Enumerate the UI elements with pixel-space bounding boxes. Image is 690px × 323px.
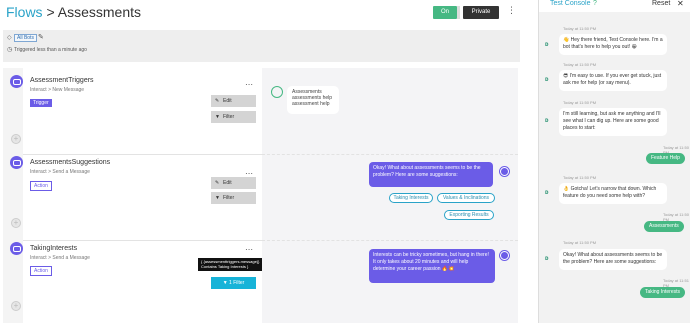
question-circle-icon[interactable]: ? — [593, 0, 597, 7]
filter-label: Filter — [223, 195, 235, 201]
bot-message: I'm still learning, but ask me anything … — [559, 108, 667, 136]
bot-avatar-icon: ᴅ — [545, 256, 549, 262]
message-timestamp: Today at 11:50 PM — [563, 100, 597, 105]
user-message: Assessments — [644, 221, 684, 232]
step-menu-icon[interactable]: ⋯ — [245, 80, 253, 89]
quick-reply-values[interactable]: Values & Inclinations — [437, 193, 495, 203]
step-name: AssessmentTriggers — [30, 77, 94, 84]
step-icon — [10, 242, 23, 255]
lock-icon — [457, 6, 460, 19]
flow-editor: Flows > Assessments On Private ⋮ ◇ All B… — [0, 0, 690, 323]
page-header: Flows > Assessments On Private ⋮ — [0, 0, 530, 28]
more-menu-icon[interactable]: ⋮ — [507, 5, 516, 16]
bot-message: 👌 Gotcha! Let's narrow that down. Which … — [559, 183, 667, 204]
trigger-message-bubble: Assessments assessments help assessment … — [287, 86, 339, 114]
step-subtitle: Interact > Send a Message — [30, 169, 90, 175]
bot-tag[interactable]: All Bots — [14, 34, 37, 42]
on-toggle[interactable]: On — [433, 6, 457, 19]
flow-rail: + + + — [3, 68, 23, 323]
pencil-icon: ✎ — [215, 98, 220, 104]
message-timestamp: Today at 11:50 PM — [563, 175, 597, 180]
edit-label: Edit — [223, 180, 232, 186]
bot-avatar-icon: ᴅ — [545, 77, 549, 83]
bot-message: 👋 Hey there friend, Test Console here. I… — [559, 34, 667, 55]
edit-button[interactable]: ✎ Edit — [211, 95, 256, 107]
step-name: TakingInterests — [30, 245, 78, 252]
step-menu-icon[interactable]: ⋯ — [245, 245, 253, 254]
filter-icon: ▼ — [215, 195, 220, 201]
private-button[interactable]: Private — [463, 6, 499, 19]
user-message: Feature Help — [646, 153, 685, 164]
clock-icon: ◷ — [7, 47, 13, 53]
edit-label: Edit — [223, 98, 232, 104]
reset-button[interactable]: Reset — [652, 0, 670, 7]
interests-message-bubble: Interests can be tricky sometimes, but h… — [369, 249, 495, 283]
pencil-icon[interactable]: ✎ — [38, 33, 44, 41]
bot-avatar-icon — [500, 251, 509, 260]
pencil-icon: ✎ — [215, 180, 220, 186]
bot-avatar-icon: ᴅ — [545, 42, 549, 48]
user-message: Taking Interests — [640, 287, 686, 298]
step-type-badge: Action — [30, 181, 52, 191]
breadcrumb-separator: > — [42, 4, 58, 20]
flow-title: Assessments — [57, 4, 141, 20]
bot-avatar-icon: ᴅ — [545, 190, 549, 196]
message-timestamp: Today at 11:50 PM — [563, 62, 597, 67]
add-step-icon[interactable]: + — [11, 301, 21, 311]
breadcrumb-flows[interactable]: Flows — [6, 4, 43, 20]
add-step-icon[interactable]: + — [11, 218, 21, 228]
step-subtitle: Interact > New Message — [30, 87, 85, 93]
triggered-time: Triggered less than a minute ago — [14, 47, 87, 53]
step-type-badge: Trigger — [30, 99, 52, 107]
test-console: Test Console ? Reset ✕ Today at 11:50 PM… — [538, 0, 690, 323]
console-messages: Today at 11:50 PM ᴅ 👋 Hey there friend, … — [539, 12, 690, 323]
bot-message: 😎 I'm easy to use. If you ever get stuck… — [559, 70, 667, 91]
step-card[interactable]: TakingInterests Interact > Send a Messag… — [23, 241, 270, 323]
close-icon[interactable]: ✕ — [677, 0, 684, 8]
trigger-circle-icon — [271, 86, 283, 98]
step-icon — [10, 75, 23, 88]
step-card[interactable]: AssessmentTriggers Interact > New Messag… — [23, 68, 261, 152]
bot-avatar-icon: ᴅ — [545, 118, 549, 124]
message-timestamp: Today at 11:50 PM — [563, 240, 597, 245]
flow-info-band: ◇ All Bots ✎ ◷ Triggered less than a min… — [3, 30, 520, 62]
quick-reply-taking-interests[interactable]: Taking Interests — [389, 193, 433, 203]
bot-avatar-icon — [500, 167, 509, 176]
tag-icon: ◇ — [7, 35, 12, 41]
edit-button[interactable]: ✎ Edit — [211, 177, 256, 189]
quick-reply-exporting[interactable]: Exporting Results — [444, 210, 494, 220]
preview-divider — [262, 154, 518, 155]
console-title: Test Console — [550, 0, 591, 7]
step-name: AssessmentsSuggestions — [30, 159, 111, 166]
filter-button[interactable]: ▼ Filter — [211, 192, 256, 204]
message-timestamp: Today at 11:50 PM — [563, 26, 597, 31]
step-card[interactable]: AssessmentsSuggestions Interact > Send a… — [23, 155, 261, 239]
page-title: Flows > Assessments — [6, 4, 141, 20]
step-icon — [10, 156, 23, 169]
filter-tooltip: { {assessmenttriggers.message}} Contains… — [198, 258, 270, 271]
filter-label: 1 Filter — [229, 280, 245, 286]
filter-icon: ▼ — [215, 114, 220, 120]
bot-message: Okay! What about assessments seems to be… — [559, 249, 667, 270]
add-step-icon[interactable]: + — [11, 134, 21, 144]
filter-label: Filter — [223, 114, 235, 120]
step-type-badge: Action — [30, 266, 52, 276]
filter-button[interactable]: ▼ 1 Filter — [211, 277, 256, 289]
step-subtitle: Interact > Send a Message — [30, 255, 90, 261]
filter-button[interactable]: ▼ Filter — [211, 111, 256, 123]
preview-divider — [262, 240, 518, 241]
suggestion-message-bubble: Okay! What about assessments seems to be… — [369, 162, 493, 187]
